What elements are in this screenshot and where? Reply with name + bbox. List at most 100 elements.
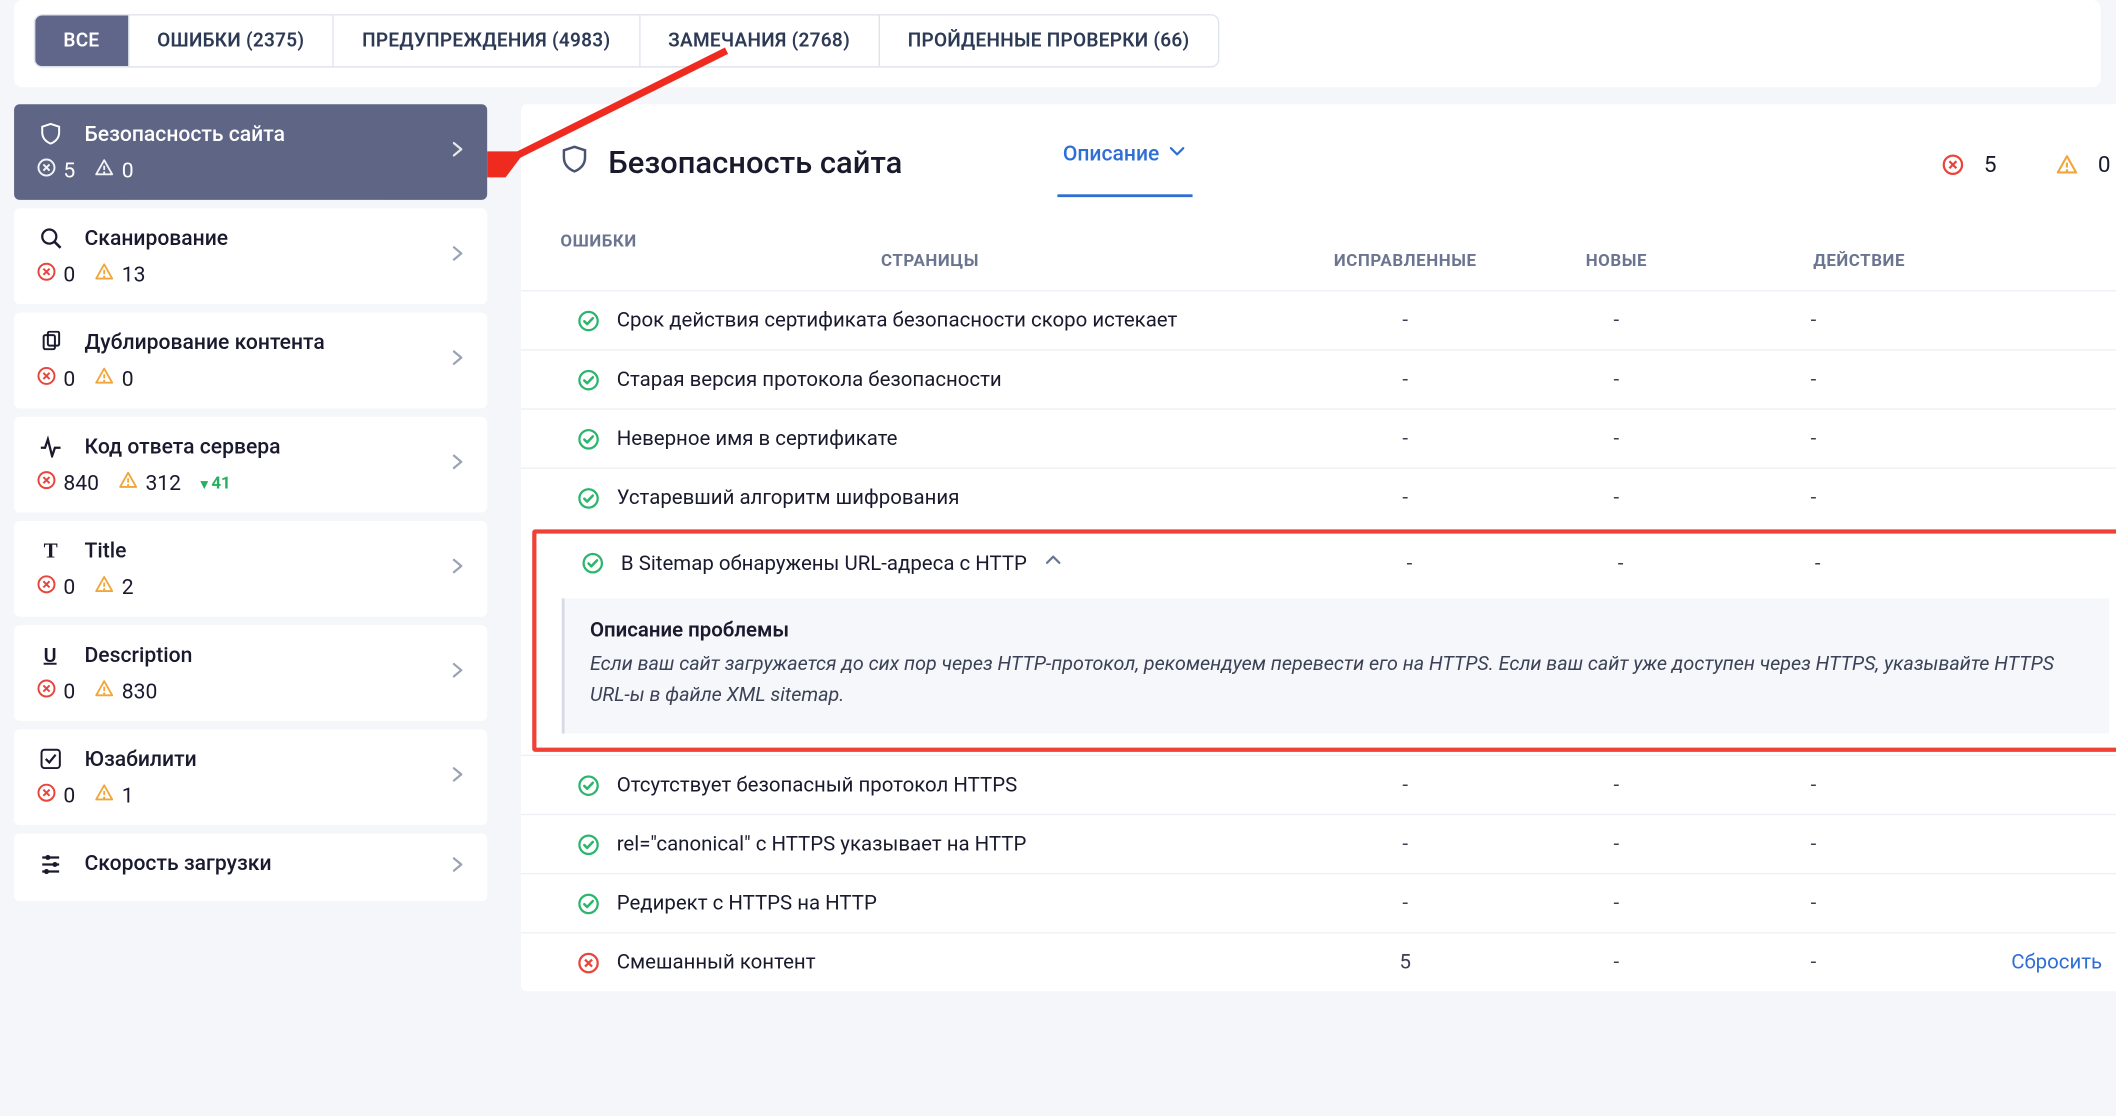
sidebar-item-duplicate[interactable]: Дублирование контента 0 0 — [14, 313, 487, 409]
tab-errors[interactable]: ОШИБКИ (2375) — [129, 15, 334, 66]
sidebar-item-crawling[interactable]: Сканирование 0 13 — [14, 208, 487, 304]
issue-name: Старая версия протокола безопасности — [617, 367, 1300, 391]
header-error-count: 5 — [1942, 150, 1997, 177]
cell-fixed: - — [1515, 551, 1726, 575]
col-fixed: ИСПРАВЛЕННЫЕ — [1300, 251, 1511, 271]
error-count: 0 — [37, 783, 76, 808]
cell-pages: - — [1300, 427, 1511, 451]
sidebar-item-title[interactable]: Title 0 2 — [14, 521, 487, 617]
copy-icon — [37, 331, 65, 354]
tab-passed[interactable]: ПРОЙДЕННЫЕ ПРОВЕРКИ (66) — [880, 15, 1218, 66]
cell-pages: - — [1300, 892, 1511, 916]
chevron-right-icon — [448, 139, 468, 164]
cell-pages: - — [1304, 551, 1515, 575]
cell-new: - — [1722, 427, 1905, 451]
issue-name: Редирект с HTTPS на HTTP — [617, 892, 1300, 916]
shield-icon — [560, 145, 588, 182]
search-icon — [37, 227, 65, 250]
chevron-right-icon — [448, 348, 468, 373]
chevron-right-icon — [448, 765, 468, 790]
ok-icon — [560, 427, 616, 450]
table-row[interactable]: rel="canonical" с HTTPS указывает на HTT… — [521, 814, 2116, 873]
sidebar-item-label: Дублирование контента — [84, 329, 324, 354]
sidebar-item-speed[interactable]: Скорость загрузки — [14, 834, 487, 902]
sidebar-item-label: Код ответа сервера — [84, 434, 280, 459]
issue-description-panel: Описание проблемы Если ваш сайт загружает… — [562, 598, 2109, 734]
chevron-right-icon — [448, 556, 468, 581]
ok-icon — [560, 486, 616, 509]
cell-new: - — [1722, 774, 1905, 798]
issue-name: Смешанный контент — [617, 951, 1300, 975]
sliders-icon — [37, 852, 65, 875]
cell-action: Сбросить — [1905, 951, 2102, 975]
sidebar-item-server-code[interactable]: Код ответа сервера 840 312 41 — [14, 417, 487, 513]
table-row[interactable]: Смешанный контент5--Сбросить — [521, 933, 2116, 992]
tab-description[interactable]: Описание — [1057, 130, 1193, 198]
description-title: Описание проблемы — [590, 618, 2084, 642]
table-row[interactable]: Устаревший алгоритм шифрования--- — [521, 467, 2116, 526]
sidebar-item-label: Юзабилити — [84, 746, 196, 771]
col-action: ДЕЙСТВИЕ — [1722, 251, 1905, 271]
sidebar-item-label: Description — [84, 642, 192, 667]
table-row[interactable]: Старая версия протокола безопасности--- — [521, 349, 2116, 408]
cell-fixed: - — [1511, 427, 1722, 451]
warning-count: 2 — [95, 574, 134, 599]
warning-count: 1 — [95, 783, 134, 808]
sidebar-item-description[interactable]: Description 0 830 — [14, 625, 487, 721]
table-row[interactable]: Неверное имя в сертификате--- — [521, 408, 2116, 467]
letter-u-icon — [37, 643, 65, 666]
table-row[interactable]: Редирект с HTTPS на HTTP--- — [521, 873, 2116, 932]
main-header: Безопасность сайта Описание 5 0 — [521, 104, 2116, 197]
description-body: Если ваш сайт загружается до сих пор чер… — [590, 650, 2084, 711]
col-new: НОВЫЕ — [1511, 251, 1722, 271]
cell-new: - — [1722, 892, 1905, 916]
col-pages: СТРАНИЦЫ — [560, 251, 1299, 271]
chevron-right-icon — [448, 452, 468, 477]
cell-new: - — [1722, 367, 1905, 391]
cell-fixed: - — [1511, 367, 1722, 391]
cell-new: - — [1722, 308, 1905, 332]
col-errors: ОШИБКИ — [560, 231, 1299, 251]
cell-pages: - — [1300, 308, 1511, 332]
sidebar-item-security[interactable]: Безопасность сайта 5 0 — [14, 104, 487, 200]
warning-count: 0 — [95, 158, 134, 183]
tab-warnings[interactable]: ПРЕДУПРЕЖДЕНИЯ (4983) — [334, 15, 640, 66]
error-count: 0 — [37, 679, 76, 704]
table-row[interactable]: В Sitemap обнаружены URL-адреса с HTTP--… — [536, 534, 2116, 593]
cell-fixed: - — [1511, 951, 1722, 975]
pulse-icon — [37, 435, 65, 458]
cell-pages: - — [1300, 486, 1511, 510]
ok-icon — [565, 552, 621, 575]
error-count: 0 — [37, 262, 76, 287]
issue-name: Устаревший алгоритм шифрования — [617, 486, 1300, 510]
sidebar-item-usability[interactable]: Юзабилити 0 1 — [14, 729, 487, 825]
header-warning-count: 0 — [2056, 150, 2111, 177]
sidebar-item-label: Сканирование — [84, 225, 228, 250]
chevron-up-icon[interactable] — [1044, 551, 1064, 576]
cell-new: - — [1722, 833, 1905, 857]
filter-tabs: ВСЕ ОШИБКИ (2375) ПРЕДУПРЕЖДЕНИЯ (4983) … — [34, 14, 1219, 68]
check-square-icon — [37, 748, 65, 771]
chevron-right-icon — [448, 855, 468, 880]
error-icon — [560, 952, 616, 975]
tab-notes[interactable]: ЗАМЕЧАНИЯ (2768) — [640, 15, 880, 66]
ok-icon — [560, 774, 616, 797]
tab-all[interactable]: ВСЕ — [35, 15, 129, 66]
shield-icon — [37, 122, 65, 145]
cell-new: - — [1722, 951, 1905, 975]
page-title: Безопасность сайта — [560, 145, 902, 182]
sidebar-item-label: Скорость загрузки — [84, 850, 271, 875]
highlighted-row: В Sitemap обнаружены URL-адреса с HTTP--… — [532, 529, 2116, 752]
warning-count: 312 — [119, 470, 181, 495]
ok-icon — [560, 309, 616, 332]
cell-fixed: - — [1511, 774, 1722, 798]
warning-count: 830 — [95, 679, 157, 704]
cell-fixed: - — [1511, 833, 1722, 857]
table-row[interactable]: Срок действия сертификата безопасности с… — [521, 290, 2116, 349]
issue-name: Отсутствует безопасный протокол HTTPS — [617, 774, 1300, 798]
sidebar-item-label: Title — [84, 538, 126, 563]
table-row[interactable]: Отсутствует безопасный протокол HTTPS--- — [521, 755, 2116, 814]
error-count: 0 — [37, 366, 76, 391]
reset-link[interactable]: Сбросить — [2011, 951, 2102, 975]
ok-icon — [560, 833, 616, 856]
